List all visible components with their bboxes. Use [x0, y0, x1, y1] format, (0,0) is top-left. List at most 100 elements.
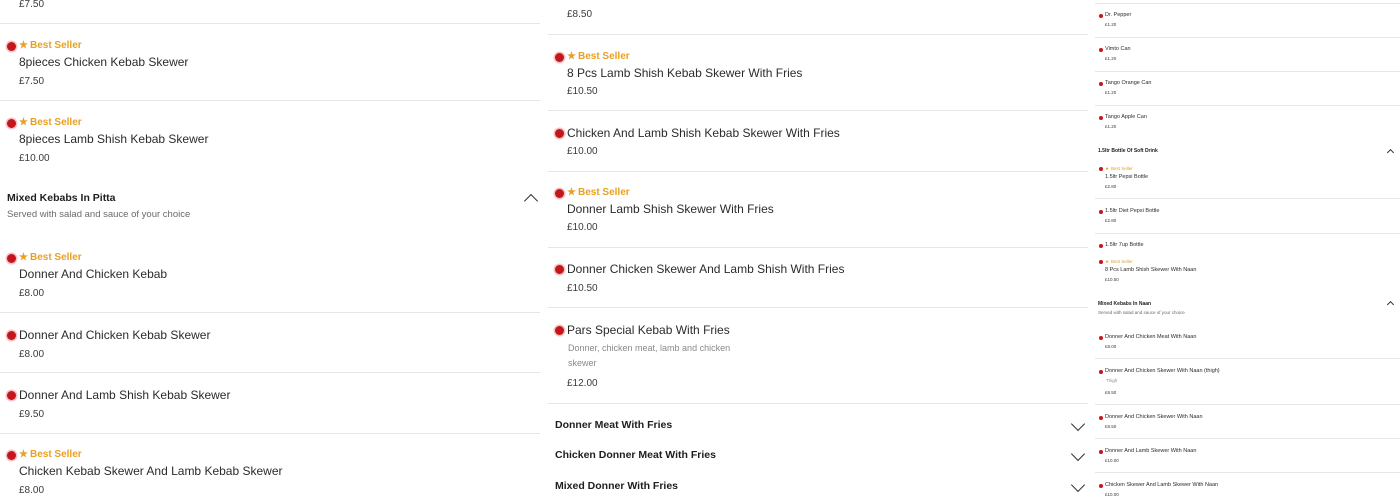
star-icon: ★ [1105, 166, 1110, 171]
item-price: £8.50 [1105, 424, 1117, 429]
section-header-mixed-donner-fries[interactable]: Mixed Donner With Fries [548, 471, 1088, 500]
section-header-soft-drink-bottles[interactable]: 1.5ltr Bottle Of Soft Drink [1095, 143, 1400, 159]
item-name: Pars Special Kebab With Fries [567, 323, 730, 337]
item-name: Tango Apple Can [1105, 114, 1147, 120]
menu-item[interactable]: Donner Chicken Skewer And Lamb Shish Wit… [548, 248, 1088, 308]
section-header-mixed-kebabs-pitta[interactable]: Mixed Kebabs In Pitta Served with salad … [0, 183, 540, 239]
section-title: 1.5ltr Bottle Of Soft Drink [1098, 148, 1158, 154]
menu-item[interactable]: Donner And Chicken Skewer With Naan £8.5… [1095, 405, 1400, 439]
chevron-down-icon[interactable] [1070, 446, 1086, 462]
menu-column-3: Dr. Pepper £1.20 Vimto Can £1.20 Tango O… [1095, 0, 1400, 500]
section-subtitle: Served with salad and sauce of your choi… [1098, 310, 1185, 315]
item-name: Chicken Kebab Skewer And Lamb Kebab Skew… [19, 464, 283, 478]
section-header-mixed-kebabs-naan[interactable]: Mixed Kebabs In Naan Served with salad a… [1095, 296, 1400, 322]
star-icon: ★ [567, 187, 576, 198]
menu-item-dot-icon [555, 189, 564, 198]
item-name: Donner And Chicken Meat With Naan [1105, 334, 1197, 340]
item-price: £10.50 [567, 283, 598, 294]
item-price: £8.00 [19, 288, 45, 299]
menu-item-dot-icon [1099, 82, 1103, 86]
best-seller-badge: ★ Best Seller [19, 449, 82, 460]
menu-item[interactable]: 1.5ltr 7up Bottle [1095, 234, 1400, 254]
menu-item[interactable]: Pars Special Kebab With Fries Donner, ch… [548, 308, 1088, 404]
chevron-up-icon[interactable] [1386, 148, 1395, 157]
chevron-up-icon[interactable] [1386, 300, 1395, 309]
item-price: £8.00 [19, 349, 45, 360]
item-name: Donner And Chicken Skewer With Naan [1105, 414, 1203, 420]
menu-item-dot-icon [7, 42, 16, 51]
menu-item[interactable]: Vimto Can £1.20 [1095, 38, 1400, 72]
menu-item[interactable]: ★ Best Seller Donner Lamb Shish Skewer Wi… [548, 172, 1088, 248]
menu-item-dot-icon [555, 53, 564, 62]
item-name: Donner And Chicken Kebab Skewer [19, 328, 211, 342]
menu-item[interactable]: Donner And Chicken Meat With Naan £8.00 [1095, 326, 1400, 359]
item-description: Thigh [1106, 378, 1118, 383]
section-title: Mixed Kebabs In Pitta [7, 192, 116, 204]
item-name: Donner Lamb Shish Skewer With Fries [567, 202, 774, 216]
section-title: Chicken Donner Meat With Fries [555, 449, 716, 461]
menu-item-dot-icon [7, 331, 16, 340]
chevron-down-icon[interactable] [1070, 416, 1086, 432]
menu-item[interactable]: ★ Best Seller 8pieces Chicken Kebab Skewe… [0, 24, 540, 101]
item-name: Donner Chicken Skewer And Lamb Shish Wit… [567, 262, 845, 276]
menu-item-dot-icon [1099, 116, 1103, 120]
menu-item[interactable]: ★ Best Seller Chicken Kebab Skewer And La… [0, 434, 540, 500]
item-price: £10.00 [567, 222, 598, 233]
item-name: 8pieces Lamb Shish Kebab Skewer [19, 132, 209, 146]
item-price: £2.80 [1105, 184, 1117, 189]
menu-column-1: £7.50 ★ Best Seller 8pieces Chicken Kebab… [0, 0, 540, 500]
menu-item[interactable]: ★ Best Seller 8pieces Lamb Shish Kebab Sk… [0, 101, 540, 176]
menu-item[interactable]: Chicken Skewer And Lamb Skewer With Naan… [1095, 473, 1400, 500]
item-name: 8 Pcs Lamb Shish Skewer With Naan [1105, 267, 1197, 273]
best-seller-badge: ★ Best Seller [567, 187, 630, 198]
section-header-donner-meat-fries[interactable]: Donner Meat With Fries [548, 410, 1088, 438]
section-title: Mixed Kebabs In Naan [1098, 301, 1152, 307]
item-price: £10.00 [1105, 492, 1119, 497]
chevron-up-icon[interactable] [523, 193, 539, 209]
chevron-down-icon[interactable] [1070, 477, 1086, 493]
menu-item[interactable]: 1.5ltr Diet Pepsi Bottle £2.80 [1095, 199, 1400, 234]
best-seller-badge: ★ Best Seller [1105, 166, 1133, 171]
menu-item[interactable]: Tango Apple Can £1.20 [1095, 106, 1400, 140]
item-name: 8pieces Chicken Kebab Skewer [19, 55, 189, 69]
item-price: £1.20 [1105, 56, 1117, 61]
item-price: £8.00 [19, 485, 45, 496]
menu-item[interactable]: ★ Best Seller 8 Pcs Lamb Shish Kebab Skew… [548, 35, 1088, 111]
menu-item[interactable]: Dr. Pepper £1.20 [1095, 4, 1400, 38]
menu-item-dot-icon [1099, 450, 1103, 454]
item-price: £10.50 [567, 86, 598, 97]
menu-item-partial[interactable]: £8.50 [548, 0, 1088, 35]
item-price: £1.20 [1105, 90, 1117, 95]
item-price: £2.80 [1105, 218, 1117, 223]
menu-item[interactable]: Tango Orange Can £1.20 [1095, 72, 1400, 106]
menu-item[interactable]: ★ Best Seller Donner And Chicken Kebab £8… [0, 239, 540, 313]
menu-item-dot-icon [1099, 484, 1103, 488]
menu-item-dot-icon [1099, 48, 1103, 52]
item-price: £7.50 [19, 76, 45, 87]
menu-item-dot-icon [555, 265, 564, 274]
star-icon: ★ [19, 117, 28, 128]
star-icon: ★ [19, 449, 28, 460]
item-name: Donner And Chicken Kebab [19, 267, 168, 281]
menu-item[interactable]: Donner And Chicken Kebab Skewer £8.00 [0, 313, 540, 373]
item-price: £7.50 [19, 0, 45, 10]
star-icon: ★ [1105, 259, 1110, 264]
menu-item-dot-icon [555, 129, 564, 138]
menu-item[interactable]: Donner And Lamb Shish Kebab Skewer £9.50 [0, 373, 540, 434]
menu-column-2: £8.50 ★ Best Seller 8 Pcs Lamb Shish Keba… [548, 0, 1088, 500]
menu-item-dot-icon [7, 451, 16, 460]
section-title: Donner Meat With Fries [555, 419, 673, 431]
menu-item[interactable]: ★ Best Seller 1.5ltr Pepsi Bottle £2.80 [1095, 161, 1400, 199]
item-name: 1.5ltr 7up Bottle [1105, 242, 1144, 248]
item-price: £8.50 [567, 9, 593, 20]
menu-item-partial[interactable]: £7.50 [0, 0, 540, 24]
menu-item-dot-icon [1099, 416, 1103, 420]
menu-item[interactable]: Donner And Chicken Skewer With Naan (thi… [1095, 359, 1400, 405]
section-title: Mixed Donner With Fries [555, 480, 679, 492]
menu-item[interactable]: ★ Best Seller 8 Pcs Lamb Shish Skewer Wit… [1095, 254, 1400, 294]
item-name: 1.5ltr Diet Pepsi Bottle [1105, 208, 1160, 214]
menu-item[interactable]: Donner And Lamb Skewer With Naan £10.00 [1095, 439, 1400, 473]
section-header-chicken-donner-fries[interactable]: Chicken Donner Meat With Fries [548, 440, 1088, 468]
menu-item[interactable]: Chicken And Lamb Shish Kebab Skewer With… [548, 111, 1088, 172]
star-icon: ★ [19, 252, 28, 263]
